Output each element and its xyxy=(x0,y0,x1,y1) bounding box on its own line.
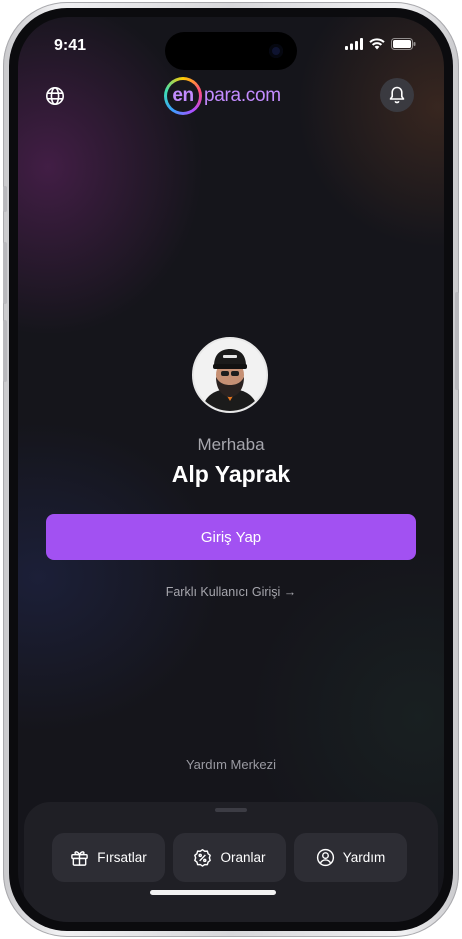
quick-actions-bar: Fırsatlar Oranlar Yardım xyxy=(52,833,407,882)
enpara-logo: en para.com xyxy=(164,75,284,117)
power-button xyxy=(455,292,459,390)
avatar xyxy=(192,337,268,413)
logo-wordmark: para.com xyxy=(204,85,281,106)
volume-up-button xyxy=(3,242,7,304)
camera-icon xyxy=(269,44,283,58)
tab-label: Yardım xyxy=(342,850,386,865)
sheet-drag-handle[interactable] xyxy=(215,808,247,812)
tab-opportunities[interactable]: Fırsatlar xyxy=(52,833,165,882)
cellular-signal-icon xyxy=(345,38,363,50)
tab-label: Fırsatlar xyxy=(97,850,147,865)
volume-down-button xyxy=(3,320,7,382)
globe-icon xyxy=(46,87,64,105)
language-button[interactable] xyxy=(40,81,70,111)
dynamic-island xyxy=(165,32,297,70)
tab-rates[interactable]: Oranlar xyxy=(173,833,286,882)
home-indicator[interactable] xyxy=(150,890,276,895)
different-user-login-link[interactable]: Farklı Kullanıcı Girişi → xyxy=(18,585,444,599)
status-icons xyxy=(345,38,416,50)
gift-icon xyxy=(71,851,89,866)
notifications-button[interactable] xyxy=(380,78,414,112)
bottom-sheet: Fırsatlar Oranlar Yardım xyxy=(24,802,438,922)
percent-badge-icon xyxy=(194,848,212,867)
logo-en-text: en xyxy=(172,85,194,106)
bell-icon xyxy=(389,86,405,104)
login-button[interactable]: Giriş Yap xyxy=(46,514,416,560)
mute-switch xyxy=(3,186,7,212)
user-name: Alp Yaprak xyxy=(171,461,291,487)
battery-icon xyxy=(391,38,416,50)
tab-help[interactable]: Yardım xyxy=(294,833,407,882)
tab-label: Oranlar xyxy=(220,850,266,865)
status-time: 9:41 xyxy=(54,37,87,54)
app-screen: 9:41 en para.com Merhaba Alp Yaprak Giri… xyxy=(18,17,444,922)
help-center-link[interactable]: Yardım Merkezi xyxy=(18,757,444,772)
avatar-illustration xyxy=(194,339,266,411)
greeting-text: Merhaba xyxy=(197,435,265,454)
logo-ring: en xyxy=(164,77,202,115)
wifi-icon xyxy=(369,38,385,50)
user-circle-icon xyxy=(316,848,334,867)
